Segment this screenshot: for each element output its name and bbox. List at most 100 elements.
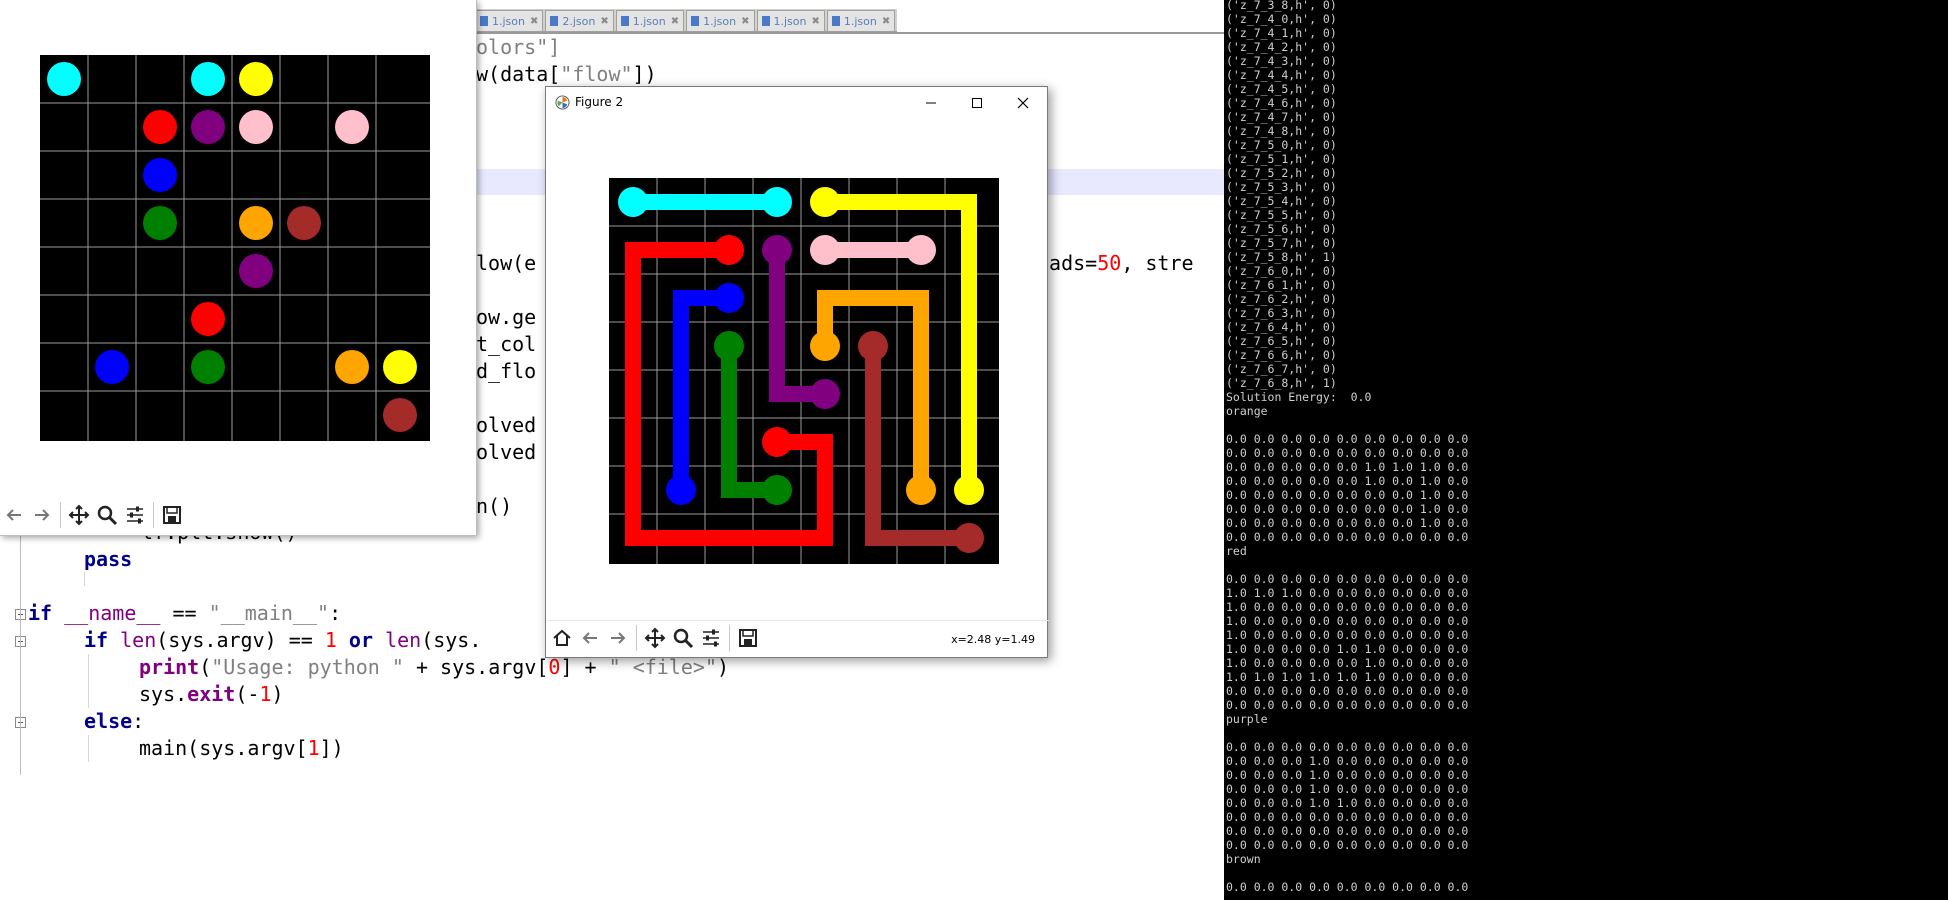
- zoom-button[interactable]: [93, 501, 121, 529]
- toolbar-separator: [636, 625, 637, 651]
- arrow-left-button[interactable]: [576, 624, 604, 652]
- flow-endpoint: [810, 379, 840, 409]
- editor-tab[interactable]: 1.json ✖: [686, 10, 755, 32]
- arrow-right-button[interactable]: [604, 624, 632, 652]
- configure-icon: [127, 506, 143, 524]
- home-button[interactable]: [548, 624, 576, 652]
- editor-tab-bar: 1.json ✖ 2.json ✖ 1.json ✖ 1.json ✖ 1.json ✖ 1.jso…: [475, 9, 898, 32]
- endpoint-dot: [143, 206, 177, 240]
- figure-1-plot-svg: [40, 55, 430, 441]
- json-file-icon: [761, 16, 770, 26]
- matrix-row: 0.0 0.0 0.0 1.0 0.0 0.0 0.0 0.0 0.0: [1226, 754, 1469, 768]
- close-button[interactable]: [1000, 87, 1046, 118]
- close-tab-icon[interactable]: ✖: [530, 16, 538, 27]
- flow-endpoint: [858, 331, 888, 361]
- matrix-row: 0.0 0.0 0.0 0.0 0.0 0.0 0.0 1.0 0.0: [1226, 488, 1469, 502]
- matrix-row: 0.0 0.0 0.0 0.0 0.0 0.0 0.0 0.0 0.0: [1226, 740, 1469, 754]
- json-file-icon: [831, 16, 840, 26]
- close-tab-icon[interactable]: ✖: [600, 16, 608, 27]
- endpoint-dot: [191, 62, 225, 96]
- editor-tab[interactable]: 1.json ✖: [615, 10, 685, 32]
- matrix-row: 0.0 0.0 0.0 0.0 0.0 0.0 0.0 0.0 0.0: [1226, 530, 1469, 544]
- indent-guide: [84, 572, 85, 586]
- code-line-sys-exit: sys.exit(-1): [139, 682, 284, 706]
- terminal-line: ('z_7_5_3,h', 0): [1226, 180, 1337, 194]
- terminal-line: ('z_7_6_1,h', 0): [1226, 278, 1337, 292]
- terminal-output[interactable]: ('z_7_3_8,h', 0) ('z_7_4_0,h', 0) ('z_7_4_…: [1224, 0, 1948, 900]
- endpoint-dot: [383, 350, 417, 384]
- matrix-row: 0.0 0.0 0.0 0.0 0.0 0.0 0.0 0.0 0.0: [1226, 838, 1469, 852]
- code-line-show-flow: w(data["flow"]): [476, 62, 657, 86]
- flow-endpoint: [906, 475, 936, 505]
- endpoint-dot: [191, 302, 225, 336]
- arrow-left-icon: [6, 509, 21, 521]
- figure-1-toolbar: [0, 498, 186, 532]
- configure-button[interactable]: [697, 624, 725, 652]
- indent-guide: [88, 654, 89, 708]
- flow-endpoint: [954, 523, 984, 553]
- figure-2-titlebar[interactable]: Figure 2: [546, 87, 1047, 118]
- figure-1-puzzle-grid: [40, 55, 430, 445]
- matrix-row: 0.0 0.0 0.0 1.0 0.0 0.0 0.0 0.0 0.0: [1226, 782, 1469, 796]
- terminal-line: ('z_7_5_1,h', 0): [1226, 152, 1337, 166]
- figure-2-title: Figure 2: [575, 95, 624, 109]
- matrix-row: 1.0 0.0 0.0 0.0 0.0 0.0 0.0 0.0 0.0: [1226, 628, 1469, 642]
- terminal-line: ('z_7_6_3,h', 0): [1226, 306, 1337, 320]
- terminal-line: ('z_7_5_6,h', 0): [1226, 222, 1337, 236]
- editor-tab[interactable]: 2.json ✖: [545, 10, 614, 32]
- close-tab-icon[interactable]: ✖: [741, 16, 749, 27]
- figure-1-window[interactable]: [0, 0, 477, 536]
- flow-endpoint: [714, 283, 744, 313]
- arrow-left-button[interactable]: [0, 501, 28, 529]
- zoom-icon: [673, 628, 694, 649]
- configure-button[interactable]: [121, 501, 149, 529]
- close-icon: [1017, 97, 1029, 108]
- flow-endpoint: [954, 475, 984, 505]
- matrix-row: 1.0 1.0 1.0 0.0 0.0 0.0 0.0 0.0 0.0: [1226, 586, 1469, 600]
- save-button[interactable]: [158, 501, 186, 529]
- editor-tab-label: 2.json: [562, 14, 596, 28]
- arrow-right-icon: [35, 509, 50, 521]
- editor-tab-label: 1.json: [843, 14, 877, 28]
- minimize-button[interactable]: [908, 87, 954, 118]
- code-line-colors: olors"]: [476, 35, 561, 59]
- pan-button[interactable]: [65, 501, 93, 529]
- flow-endpoint: [906, 235, 936, 265]
- endpoint-dot: [335, 350, 369, 384]
- flow-endpoint: [762, 427, 792, 457]
- figure-2-solution-grid: [609, 178, 999, 568]
- close-tab-icon[interactable]: ✖: [882, 16, 890, 27]
- save-button[interactable]: [734, 624, 762, 652]
- maximize-icon: [972, 97, 982, 108]
- terminal-line: ('z_7_6_6,h', 0): [1226, 348, 1337, 362]
- terminal-line: ('z_7_5_8,h', 1): [1226, 250, 1337, 264]
- maximize-button[interactable]: [954, 87, 1000, 118]
- code-line-main-call: main(sys.argv[1]): [139, 736, 344, 760]
- matrix-row: 1.0 0.0 0.0 0.0 1.0 1.0 0.0 0.0 0.0: [1226, 642, 1469, 656]
- plot-background: [609, 178, 999, 564]
- close-tab-icon[interactable]: ✖: [671, 16, 679, 27]
- pan-button[interactable]: [641, 624, 669, 652]
- zoom-button[interactable]: [669, 624, 697, 652]
- endpoint-dot: [143, 110, 177, 144]
- pan-icon: [68, 504, 90, 526]
- terminal-line: ('z_7_3_8,h', 0): [1226, 0, 1337, 12]
- close-tab-icon[interactable]: ✖: [811, 16, 819, 27]
- terminal-line: ('z_7_4_3,h', 0): [1226, 54, 1337, 68]
- editor-tab[interactable]: 1.json ✖: [756, 10, 825, 32]
- endpoint-dot: [143, 158, 177, 192]
- endpoint-dot: [47, 62, 81, 96]
- code-line-else: else:: [84, 709, 145, 733]
- terminal-line: ('z_7_5_0,h', 0): [1226, 138, 1337, 152]
- matrix-row: 1.0 1.0 1.0 1.0 1.0 1.0 0.0 0.0 0.0: [1226, 670, 1469, 684]
- endpoint-dot: [287, 206, 321, 240]
- editor-tab[interactable]: 1.json ✖: [475, 10, 544, 32]
- terminal-color-label: purple: [1226, 712, 1268, 726]
- terminal-line: ('z_7_6_0,h', 0): [1226, 264, 1337, 278]
- json-file-icon: [620, 16, 629, 26]
- figure-2-window[interactable]: Figure 2 x=2.48 y=1.49: [545, 86, 1049, 658]
- editor-tab[interactable]: 1.json ✖: [826, 10, 896, 32]
- matrix-row: 0.0 0.0 0.0 0.0 0.0 0.0 0.0 0.0 0.0: [1226, 824, 1469, 838]
- arrow-right-button[interactable]: [28, 501, 56, 529]
- terminal-line: ('z_7_4_4,h', 0): [1226, 68, 1337, 82]
